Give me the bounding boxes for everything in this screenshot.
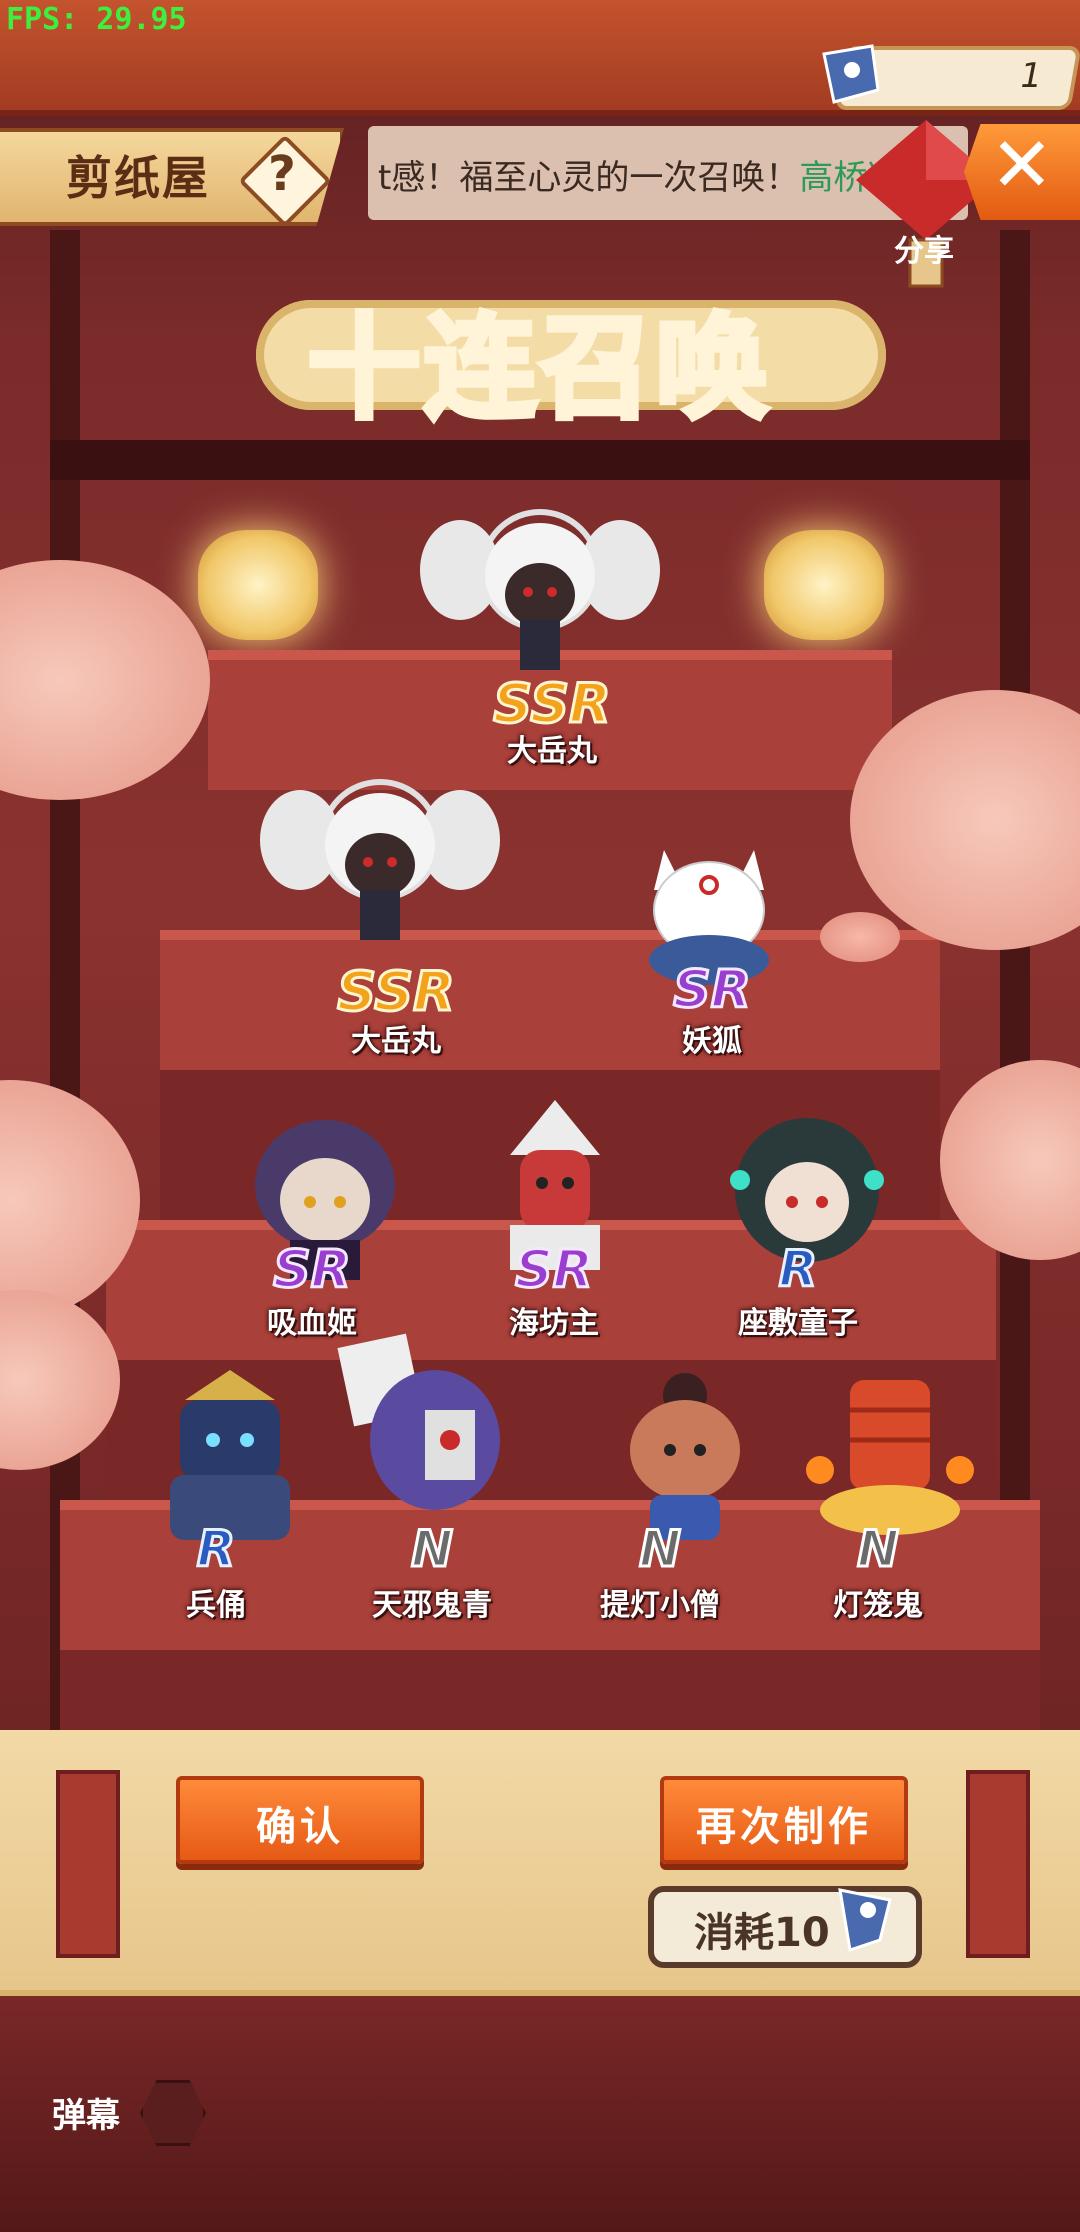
lantern-left (198, 530, 318, 640)
character-2-rarity: SR (672, 959, 753, 1022)
danmaku-label: 弹幕 (52, 2096, 120, 2136)
shop-title: 剪纸屋 (66, 151, 210, 205)
character-7-rarity: N (410, 1519, 455, 1580)
character-6-rarity: R (195, 1519, 237, 1580)
character-5-name: 座敷童子 (738, 1306, 858, 1341)
confirm-button-label: 确认 (256, 1804, 344, 1850)
lantern-right (764, 530, 884, 640)
blossom-cloud-left-low (0, 1290, 120, 1470)
character-2-name: 妖狐 (682, 1024, 742, 1059)
ribbon-right (966, 1770, 1030, 1958)
stage-riser-4 (60, 1650, 1040, 1730)
character-7-sprite[interactable] (315, 1330, 515, 1540)
share-label[interactable]: 分享 (894, 226, 954, 270)
character-7-name: 天邪鬼青 (372, 1588, 492, 1623)
character-9-name: 灯笼鬼 (833, 1588, 923, 1623)
mochi-plate-icon (820, 912, 900, 962)
fps-counter: FPS: 29.95 (6, 2, 187, 37)
paper-doll-icon (838, 1888, 892, 1952)
character-0-name: 大岳丸 (507, 734, 597, 769)
character-8-rarity: N (638, 1519, 683, 1580)
character-5-rarity: R (777, 1239, 819, 1300)
character-4-rarity: SR (514, 1239, 595, 1302)
page-title: 十连召唤 (305, 301, 772, 437)
paper-doll-icon (822, 44, 880, 104)
character-1-name: 大岳丸 (351, 1024, 441, 1059)
make-again-button[interactable]: 再次制作 (660, 1776, 908, 1864)
shrine-beam (50, 440, 1030, 480)
currency-value: 1 (1020, 56, 1043, 96)
ticker-text: t感！福至心灵的一次召唤！高桥凉 (378, 150, 901, 199)
ticker-message: t感！福至心灵的一次召唤！ (378, 158, 800, 198)
game-scene: SSR 大岳丸 SSR 大岳丸 SR 妖狐 SR 吸血姬 SR 海坊主 R 座敷… (0, 0, 1080, 2232)
character-6-name: 兵俑 (186, 1588, 246, 1623)
cost-label: 消耗10 (694, 1910, 830, 1956)
character-8-name: 提灯小僧 (600, 1588, 720, 1623)
ribbon-left (56, 1770, 120, 1958)
help-icon[interactable]: ? (268, 146, 296, 202)
character-3-rarity: SR (272, 1239, 353, 1302)
character-9-rarity: N (856, 1519, 901, 1580)
character-0-sprite[interactable] (410, 500, 670, 690)
character-1-sprite[interactable] (250, 770, 510, 960)
make-again-button-label: 再次制作 (696, 1804, 872, 1850)
close-icon[interactable]: ✕ (990, 120, 1054, 209)
blossom-cloud-left-top (0, 560, 210, 800)
character-1-rarity: SSR (336, 959, 456, 1025)
confirm-button[interactable]: 确认 (176, 1776, 424, 1864)
